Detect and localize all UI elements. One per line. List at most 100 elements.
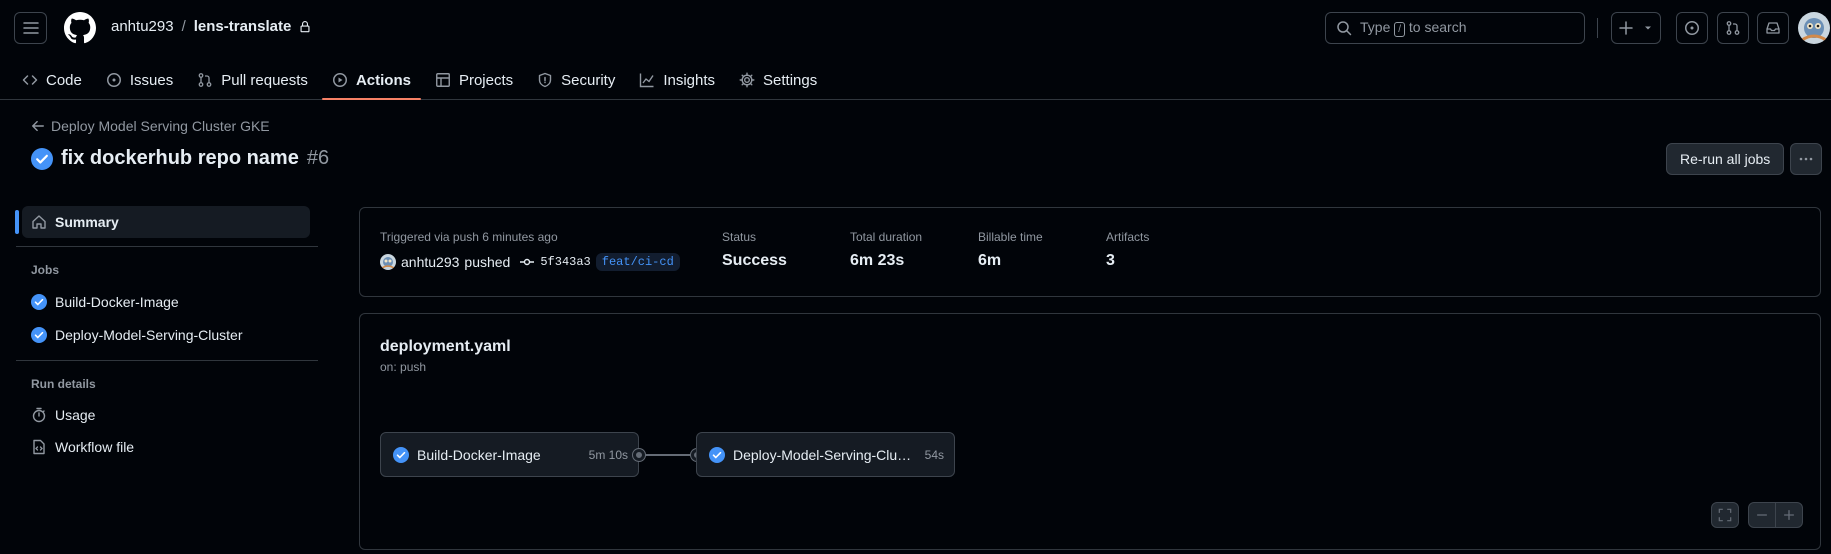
pull-request-icon <box>198 73 212 87</box>
search-placeholder: Type / to search <box>1360 19 1467 37</box>
sidebar-item-label: Build-Docker-Image <box>55 294 179 310</box>
create-new-button[interactable] <box>1611 12 1661 44</box>
run-number: #6 <box>306 147 330 169</box>
kebab-horizontal-icon <box>1799 157 1813 161</box>
plus-icon <box>1783 509 1795 521</box>
dash-icon <box>1756 514 1768 516</box>
workflow-graph-card: deployment.yaml on: push Build-Docker-Im… <box>359 313 1821 550</box>
graph-job-deploy-model-serving-cluster[interactable]: Deploy-Model-Serving-Cluster 54s <box>696 432 955 477</box>
sidebar-divider <box>16 360 318 361</box>
billable-label: Billable time <box>978 230 1043 244</box>
status-label: Status <box>722 230 757 244</box>
shield-icon <box>538 72 552 88</box>
tab-pull-requests[interactable]: Pull requests <box>185 60 320 100</box>
tab-label: Pull requests <box>221 71 308 89</box>
tab-actions[interactable]: Actions <box>320 60 423 100</box>
job-output-port <box>633 449 645 461</box>
tab-label: Security <box>561 71 616 89</box>
home-icon <box>32 215 46 229</box>
tab-issues[interactable]: Issues <box>94 60 185 100</box>
run-title: fix dockerhub repo name <box>61 147 299 169</box>
page-title: fix dockerhub repo name #6 <box>31 147 329 170</box>
check-circle-fill-icon <box>31 294 47 310</box>
graph-job-build-docker-image[interactable]: Build-Docker-Image 5m 10s <box>380 432 639 477</box>
tab-label: Insights <box>663 71 716 89</box>
sidebar-divider <box>16 246 318 247</box>
tab-projects[interactable]: Projects <box>423 60 525 100</box>
inbox-button[interactable] <box>1757 12 1789 44</box>
breadcrumb-separator: / <box>181 18 186 35</box>
artifacts-value[interactable]: 3 <box>1106 252 1115 270</box>
artifacts-label: Artifacts <box>1106 230 1150 244</box>
branch-label[interactable]: feat/ci-cd <box>595 253 680 271</box>
duration-value: 6m 23s <box>850 252 905 269</box>
git-pull-request-icon <box>1726 21 1740 35</box>
graph-icon <box>640 73 654 88</box>
actor-avatar[interactable] <box>380 254 396 270</box>
play-icon <box>332 73 347 87</box>
check-circle-fill-icon <box>393 446 409 463</box>
sidebar-item-workflow-file[interactable]: Workflow file <box>22 431 310 463</box>
workflow-name: Deploy Model Serving Cluster GKE <box>51 118 270 134</box>
issue-opened-icon <box>1685 21 1699 35</box>
job-dependency-line <box>645 454 691 456</box>
sidebar-item-summary[interactable]: Summary <box>22 206 310 238</box>
tab-security[interactable]: Security <box>525 60 627 100</box>
back-to-workflow-link[interactable]: Deploy Model Serving Cluster GKE <box>31 118 270 134</box>
workflow-trigger: on: push <box>380 360 427 374</box>
sidebar-item-label: Workflow file <box>55 439 135 455</box>
trigger-info: Triggered via push 6 minutes ago <box>380 230 558 244</box>
job-duration: 5m 10s <box>588 447 628 462</box>
run-summary-card: Triggered via push 6 minutes ago anhtu29… <box>359 207 1821 297</box>
tab-code[interactable]: Code <box>0 60 94 100</box>
check-circle-fill-icon <box>31 327 47 343</box>
status-value: Success <box>722 252 787 269</box>
fullscreen-button[interactable] <box>1711 502 1739 528</box>
search-shortcut-key: / <box>1394 22 1406 37</box>
job-name: Build-Docker-Image <box>417 446 541 463</box>
sidebar-item-usage[interactable]: Usage <box>22 399 310 431</box>
tab-label: Actions <box>355 71 411 89</box>
sidebar-job-build-docker-image[interactable]: Build-Docker-Image <box>22 286 310 318</box>
rerun-all-jobs-button[interactable]: Re-run all jobs <box>1666 143 1785 175</box>
code-icon <box>22 75 38 85</box>
job-duration: 54s <box>924 447 944 462</box>
header-divider <box>1597 18 1598 38</box>
issue-icon <box>106 73 121 87</box>
sidebar-item-label: Usage <box>55 407 96 423</box>
sidebar-item-label: Summary <box>55 214 119 230</box>
user-avatar[interactable] <box>1798 12 1830 44</box>
menu-button[interactable] <box>14 12 47 44</box>
repo-owner-link[interactable]: anhtu293 <box>111 18 174 35</box>
sidebar-active-indicator <box>15 210 19 234</box>
search-input[interactable]: Type / to search <box>1325 12 1585 44</box>
billable-value[interactable]: 6m <box>978 252 1001 270</box>
actor-name[interactable]: anhtu293 <box>401 254 459 270</box>
sidebar-jobs-heading: Jobs <box>31 263 60 277</box>
repo-name-link[interactable]: lens-translate <box>194 18 292 35</box>
tab-label: Issues <box>129 71 174 89</box>
zoom-out-button[interactable] <box>1748 502 1776 528</box>
sidebar-run-details-heading: Run details <box>31 377 96 391</box>
duration-label: Total duration <box>850 230 923 244</box>
zoom-in-button[interactable] <box>1775 502 1803 528</box>
more-options-button[interactable] <box>1790 143 1822 175</box>
check-circle-fill-icon <box>31 147 53 170</box>
github-logo-icon[interactable] <box>64 12 96 44</box>
check-circle-fill-icon <box>709 446 725 463</box>
repo-breadcrumb: anhtu293 / lens-translate <box>111 18 311 35</box>
tab-label: Settings <box>763 71 818 89</box>
gear-icon <box>739 72 755 88</box>
pull-requests-button[interactable] <box>1717 12 1749 44</box>
repo-nav-tabs: Code Issues Pull requests Actions Projec… <box>0 60 829 100</box>
tab-settings[interactable]: Settings <box>727 60 829 100</box>
triangle-down-icon <box>1645 26 1651 30</box>
sidebar-item-label: Deploy-Model-Serving-Cluster <box>55 327 243 343</box>
push-info: anhtu293 pushed 5f343a3 feat/ci-cd <box>380 253 680 271</box>
tab-label: Code <box>46 71 82 89</box>
sidebar-job-deploy-model-serving-cluster[interactable]: Deploy-Model-Serving-Cluster <box>22 319 310 351</box>
tab-insights[interactable]: Insights <box>627 60 727 100</box>
search-icon <box>1337 21 1352 36</box>
issues-button[interactable] <box>1676 12 1708 44</box>
commit-sha-link[interactable]: 5f343a3 <box>540 255 590 269</box>
